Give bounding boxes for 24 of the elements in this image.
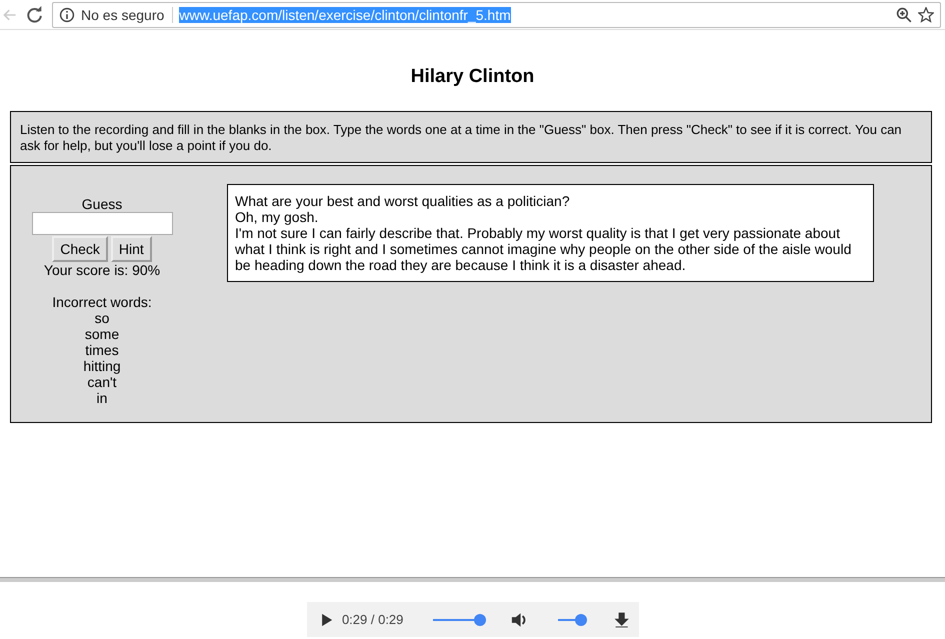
instructions-panel: Listen to the recording and fill in the blanks in the box. Type the words one at a time in the "Guess" box. Then press "Check" to see if it is correct. You can ask for help, but you'll lose a point if you do.: [10, 111, 932, 163]
security-label[interactable]: No es seguro: [81, 6, 174, 22]
transcript-line: Oh, my gosh.: [235, 209, 320, 225]
incorrect-word: some: [84, 326, 120, 342]
time-display: 0:29 / 0:29: [342, 612, 404, 627]
check-button[interactable]: Check: [52, 236, 108, 262]
page-title: Hilary Clinton: [410, 66, 534, 88]
score-text: Your score is: 90%: [44, 262, 160, 278]
incorrect-words-label: Incorrect words:: [52, 294, 152, 310]
transcript-line: What are your best and worst qualities as a politician?: [235, 193, 571, 209]
incorrect-word: times: [85, 342, 119, 358]
download-icon[interactable]: [613, 610, 631, 628]
zoom-icon[interactable]: [896, 6, 912, 22]
transcript-line: I'm not sure I can fairly describe that. Probably my worst quality is that I get very passionate about what I think is right and I sometimes cannot imagine why people on the other side of the aisle would be heading down the road they are because I think it is a disaster ahead.: [235, 225, 852, 273]
reload-icon[interactable]: [26, 6, 44, 24]
incorrect-word: in: [96, 390, 108, 406]
hint-button[interactable]: Hint: [110, 236, 152, 262]
incorrect-word: hitting: [83, 358, 121, 374]
info-icon: [59, 6, 75, 22]
guess-label: Guess: [82, 196, 122, 212]
incorrect-word: so: [94, 310, 110, 326]
guess-field[interactable]: [32, 212, 172, 235]
star-icon[interactable]: [918, 6, 934, 22]
incorrect-word: can't: [87, 374, 117, 390]
